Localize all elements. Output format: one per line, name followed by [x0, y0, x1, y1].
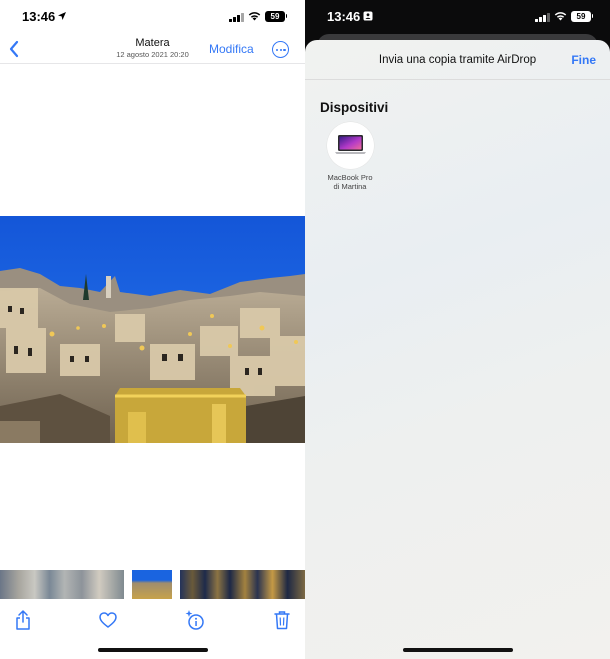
- thumbnail[interactable]: [0, 570, 124, 599]
- location-arrow-icon: [58, 12, 66, 20]
- status-bar: 13:46 59: [305, 0, 610, 34]
- matera-photo[interactable]: [0, 216, 305, 443]
- home-indicator[interactable]: [98, 648, 208, 652]
- wifi-icon: [554, 12, 567, 21]
- devices-section-title: Dispositivi: [320, 100, 389, 115]
- sheet-title: Invia una copia tramite AirDrop: [378, 54, 537, 66]
- device-name-line1: MacBook Pro: [327, 173, 373, 182]
- back-chevron-icon[interactable]: [6, 38, 24, 60]
- airdrop-device[interactable]: MacBook Pro di Martina: [319, 122, 381, 191]
- id-card-icon: [363, 11, 373, 21]
- trash-icon[interactable]: [272, 609, 292, 631]
- photo-nav-bar: Matera 12 agosto 2021 20:20 Modifica: [0, 34, 305, 64]
- device-avatar[interactable]: [326, 122, 374, 169]
- home-indicator[interactable]: [403, 648, 513, 652]
- more-icon[interactable]: [272, 41, 289, 58]
- device-name-line2: di Martina: [333, 182, 367, 191]
- signal-icon: [229, 13, 244, 22]
- status-time: 13:46: [327, 9, 361, 24]
- thumbnail-strip[interactable]: [0, 570, 305, 599]
- edit-button[interactable]: Modifica: [209, 42, 254, 56]
- battery-icon: 59: [571, 11, 591, 22]
- thumbnail-selected[interactable]: [132, 570, 172, 599]
- status-time: 13:46: [22, 9, 56, 24]
- airdrop-screen: 13:46 59 Invia una copia tramite AirDrop…: [305, 0, 610, 659]
- photo-title: Matera: [135, 37, 170, 49]
- photos-screen: 13:46 59 Matera 12 agosto 2021 20:20 Mod…: [0, 0, 305, 659]
- wifi-icon: [248, 12, 261, 21]
- sheet-header: Invia una copia tramite AirDrop Fine: [305, 40, 610, 80]
- airdrop-sheet: Invia una copia tramite AirDrop Fine Dis…: [305, 40, 610, 659]
- share-icon[interactable]: [13, 609, 33, 631]
- device-name: MacBook Pro di Martina: [319, 173, 381, 191]
- thumbnail[interactable]: [180, 570, 305, 599]
- photo-toolbar: [0, 605, 305, 635]
- signal-icon: [535, 13, 550, 22]
- status-bar: 13:46 59: [0, 0, 305, 34]
- macbook-icon: [334, 135, 366, 154]
- info-sparkle-icon[interactable]: [184, 609, 206, 631]
- photo-date: 12 agosto 2021 20:20: [116, 50, 189, 59]
- done-button[interactable]: Fine: [571, 53, 596, 67]
- heart-icon[interactable]: [98, 609, 118, 631]
- battery-icon: 59: [265, 11, 285, 22]
